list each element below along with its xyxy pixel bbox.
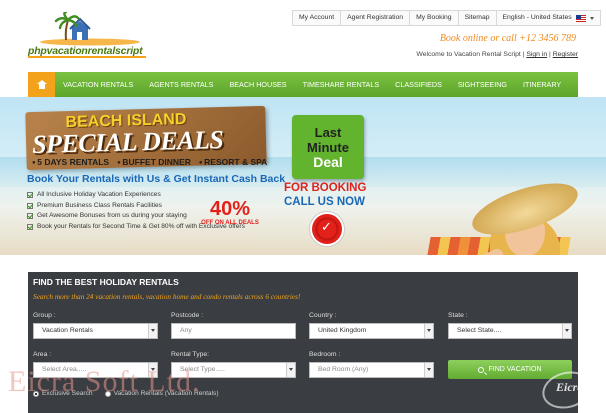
chevron-down-icon [589,16,594,20]
group-label: Group : [33,312,56,319]
feature-buffet: BUFFET DINNER [117,157,190,167]
search-title: FIND THE BEST HOLIDAY RENTALS [33,277,179,287]
nav-classifieds[interactable]: CLASSIFIEDS [387,72,450,97]
lm-line-1: Last [314,124,342,140]
nav-vacation-rentals[interactable]: VACATION RENTALS [55,72,141,97]
chevron-down-icon [148,324,157,338]
state-select[interactable]: Select State.... [448,323,572,339]
sign-special-deals: SPECIAL DEALS [31,124,224,159]
feature-resort: RESORT & SPA [199,157,267,167]
cash-back-title: Book Your Rentals with Us & Get Instant … [27,173,286,185]
group-select[interactable]: Vacation Rentals [33,323,158,339]
search-icon [478,366,485,373]
rental-type-label: Rental Type: [171,351,210,358]
booking-phone-callout: Book online or call +12 3456 789 [439,33,576,44]
main-navigation: VACATION RENTALS AGENTS RENTALS BEACH HO… [28,72,578,97]
bedroom-select[interactable]: Bed Room (Any) [309,362,434,378]
palm-house-icon [40,10,140,46]
discount-sub: OFF ON ALL DEALS [201,220,259,226]
for-booking-text: FOR BOOKING [284,182,367,194]
watermark-logo: Eicra [538,366,596,413]
lm-line-3: Deal [313,153,343,170]
checkbox-icon [27,202,33,209]
chevron-down-icon [562,324,571,338]
state-label: State : [448,312,468,319]
site-header: phpvacationrentalscript My Account Agent… [0,0,606,72]
watermark-text: Eicra Soft Ltd. [8,365,201,398]
language-selector[interactable]: English - United States [497,11,600,25]
discount-percent: 40% [209,198,251,220]
welcome-text: Welcome to Vacation Rental Script | [416,51,525,58]
nav-itinerary[interactable]: ITINERARY [515,72,569,97]
top-utility-nav: My Account Agent Registration My Booking… [292,10,601,26]
chevron-down-icon [424,324,433,338]
nav-beach-houses[interactable]: BEACH HOUSES [221,72,294,97]
watermark-logo-text: Eicra [556,380,584,394]
bedroom-select-value: Bed Room (Any) [318,366,369,373]
discount-badge: 40% OFF ON ALL DEALS [200,198,260,234]
my-booking-link[interactable]: My Booking [410,11,459,25]
postcode-label: Postcode : [171,312,204,319]
home-icon [36,80,47,89]
agent-registration-link[interactable]: Agent Registration [341,11,411,25]
feature-5-days: 5 DAYS RENTALS [32,157,109,167]
call-us-now-text: CALL US NOW [284,196,365,208]
sign-in-link[interactable]: Sign in [526,51,547,58]
country-select-value: United Kingdom [318,327,367,334]
checklist-text: Premium Business Class Rentals Facilitie… [37,201,162,209]
nav-agents-rentals[interactable]: AGENTS RENTALS [141,72,221,97]
my-account-link[interactable]: My Account [293,11,342,25]
language-label: English - United States [502,14,572,21]
guarantee-seal-icon [312,214,342,244]
state-select-value: Select State.... [457,327,502,334]
find-vacation-label: FIND VACATION [488,366,542,373]
checklist-text: Get Awesome Bonuses from us during your … [37,212,187,219]
nav-sightseeing[interactable]: SIGHTSEEING [450,72,515,97]
lm-line-2: Minute [307,139,349,155]
last-minute-deal-badge[interactable]: Last Minute Deal [292,115,364,179]
register-link[interactable]: Register [553,51,578,58]
checkbox-icon [27,223,33,230]
group-select-value: Vacation Rentals [42,327,93,334]
bedroom-label: Bedroom : [309,351,341,358]
checkbox-icon [27,213,33,220]
deal-features: 5 DAYS RENTALS BUFFET DINNER RESORT & SP… [32,157,267,167]
postcode-input[interactable]: Any [171,323,296,339]
nav-timeshare-rentals[interactable]: TIMESHARE RENTALS [295,72,388,97]
sitemap-link[interactable]: Sitemap [459,11,497,25]
search-subtitle: Search more than 24 vacation rentals, va… [33,292,301,301]
welcome-separator: | [549,51,551,58]
country-select[interactable]: United Kingdom [309,323,434,339]
us-flag-icon [575,14,586,22]
welcome-bar: Welcome to Vacation Rental Script | Sign… [416,51,578,58]
chevron-down-icon [286,363,295,377]
home-button[interactable] [28,72,55,97]
chevron-down-icon [424,363,433,377]
checkbox-icon [27,192,33,199]
country-label: Country : [309,312,337,319]
area-label: Area : [33,351,52,358]
checklist-text: All Inclusive Holiday Vacation Experienc… [37,191,161,198]
logo-underline [28,56,146,58]
site-logo[interactable]: phpvacationrentalscript [28,10,148,60]
